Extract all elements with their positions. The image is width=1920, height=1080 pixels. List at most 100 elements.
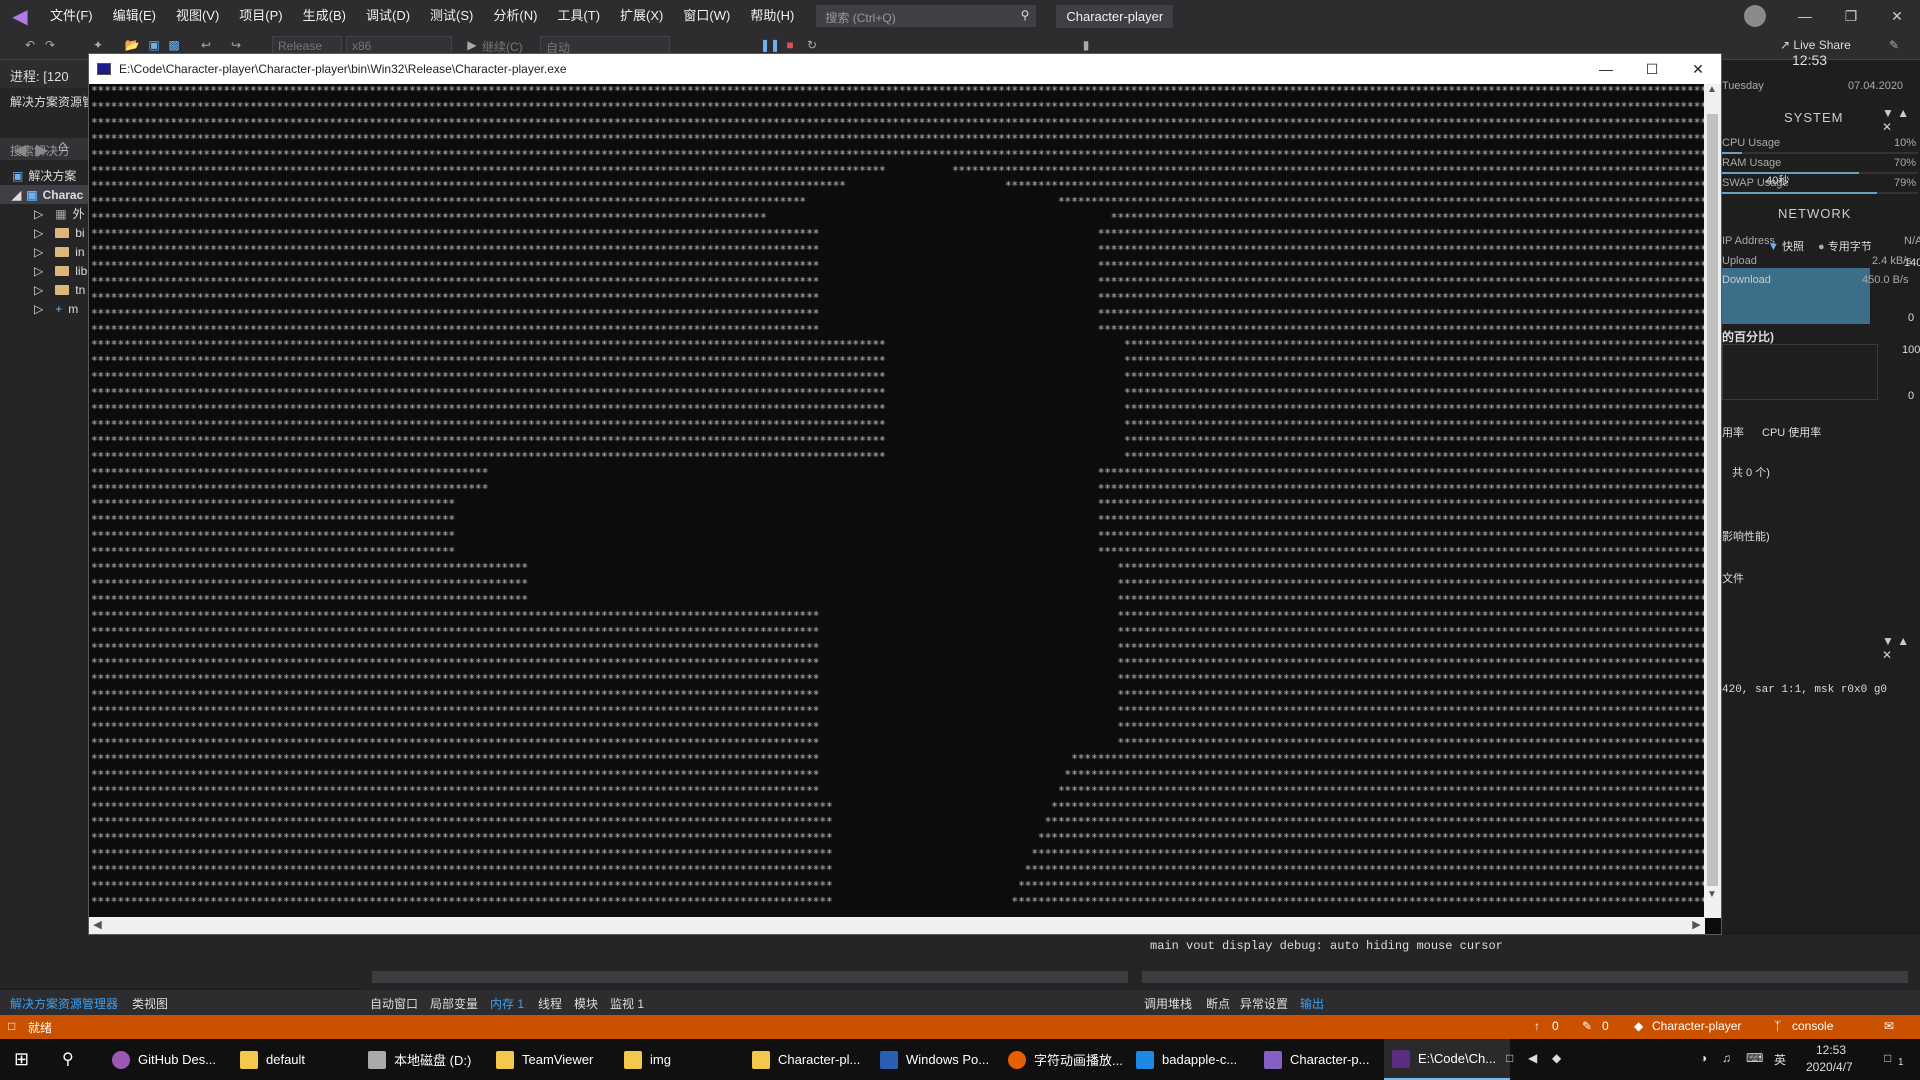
tab-watch-1[interactable]: 监视 1 [610,995,644,1012]
speaker-icon[interactable]: ♫ [1722,1051,1731,1065]
menu-extensions[interactable]: 扩展(X) [610,0,673,32]
clock-date[interactable]: 2020/4/7 [1806,1060,1853,1074]
restart-icon[interactable]: ↻ [804,37,820,53]
live-share-button[interactable]: ↗ Live Share [1780,38,1851,52]
menu-view[interactable]: 视图(V) [166,0,229,32]
restore-icon[interactable]: ❐ [1828,0,1874,32]
menu-edit[interactable]: 编辑(E) [103,0,166,32]
tab-memory-1[interactable]: 内存 1 [490,995,524,1012]
branch-icon[interactable]: ᛉ [1774,1019,1781,1033]
usage-tab-2[interactable]: CPU 使用率 [1762,424,1821,440]
menu-window[interactable]: 窗口(W) [673,0,740,32]
tray-app-icon[interactable]: ◆ [1552,1051,1561,1065]
task-github-desktop[interactable]: GitHub Des... [104,1039,230,1080]
pause-icon[interactable]: ❚❚ [760,37,780,53]
search-input[interactable]: 搜索 (Ctrl+Q) ⚲ [816,5,1037,27]
back-icon[interactable]: ◀ [14,140,26,160]
save-all-icon[interactable]: ▩ [166,37,182,53]
close-icon[interactable]: ✕ [1675,54,1721,84]
status-edit-count[interactable]: 0 [1602,1019,1609,1033]
chevron-right-icon[interactable]: ▷ [34,264,43,278]
menu-tools[interactable]: 工具(T) [547,0,610,32]
maximize-icon[interactable]: ☐ [1629,54,1675,84]
avatar[interactable] [1744,5,1766,27]
menu-build[interactable]: 生成(B) [293,0,356,32]
repo-icon[interactable]: ◆ [1634,1019,1643,1033]
new-project-icon[interactable]: ✦ [90,37,106,53]
notification-icon[interactable]: ✉ [1884,1019,1894,1033]
open-icon[interactable]: 📂 [124,37,140,53]
console-horizontal-scrollbar[interactable]: ◀ ▶ [89,917,1705,934]
task-local-disk[interactable]: 本地磁盘 (D:) [360,1039,486,1080]
task-teamviewer[interactable]: TeamViewer [488,1039,614,1080]
undo-icon[interactable]: ↩ [198,37,214,53]
save-icon[interactable]: ▣ [146,37,162,53]
task-visual-studio[interactable]: Character-p... [1256,1039,1382,1080]
edit-icon[interactable]: ✎ [1582,1019,1592,1033]
task-default[interactable]: default [232,1039,358,1080]
menu-project[interactable]: 项目(P) [229,0,292,32]
windows-start-icon[interactable]: ⊞ [14,1049,29,1070]
task-vscode[interactable]: badapple-c... [1128,1039,1254,1080]
keyboard-icon[interactable]: ⌨ [1746,1051,1763,1065]
chevron-right-icon[interactable]: ▷ [34,302,43,316]
task-view-icon[interactable]: □ [1506,1051,1513,1065]
tab-class-view[interactable]: 类视图 [132,995,168,1012]
tab-locals[interactable]: 局部变量 [430,995,478,1012]
chevron-right-icon[interactable]: ▷ [34,207,43,221]
task-character-player-folder[interactable]: Character-pl... [744,1039,870,1080]
status-up-count[interactable]: 0 [1552,1019,1559,1033]
scroll-right-icon[interactable]: ▶ [1688,917,1705,934]
clock-time[interactable]: 12:53 [1816,1043,1846,1057]
status-branch[interactable]: console [1792,1019,1833,1033]
stop-icon[interactable]: ■ [782,37,798,53]
scroll-down-icon[interactable]: ▼ [1707,889,1717,900]
tab-threads[interactable]: 线程 [538,995,562,1012]
bookmark-icon[interactable]: ▮ [1078,37,1094,53]
publish-icon[interactable]: ↑ [1534,1019,1540,1033]
tab-exception-settings[interactable]: 异常设置 [1240,995,1288,1012]
scroll-left-icon[interactable]: ◀ [89,917,106,934]
search-icon[interactable]: ⚲ [62,1049,74,1069]
chevron-down-icon[interactable]: ◢ [12,188,21,202]
panel-controls-icon[interactable]: ▼ ▲ ✕ [1882,634,1920,662]
chevron-right-icon[interactable]: ▷ [34,226,43,240]
menu-help[interactable]: 帮助(H) [740,0,804,32]
menu-file[interactable]: 文件(F) [40,0,103,32]
chevron-right-icon[interactable]: ▷ [34,283,43,297]
menu-analyze[interactable]: 分析(N) [483,0,547,32]
tab-modules[interactable]: 模块 [574,995,598,1012]
scroll-up-icon[interactable]: ▲ [1707,84,1717,95]
network-icon[interactable]: ◑ [1700,1051,1707,1065]
forward-icon[interactable]: ↷ [42,37,58,53]
redo-icon[interactable]: ↪ [228,37,244,53]
task-windows-powershell[interactable]: Windows Po... [872,1039,998,1080]
usage-tab-1[interactable]: 用率 [1722,424,1744,440]
task-firefox[interactable]: 字符动画播放... [1000,1039,1126,1080]
process-value[interactable]: [120 [43,69,68,84]
scroll-thumb[interactable] [1707,114,1718,886]
minimize-icon[interactable]: — [1583,54,1629,84]
chevron-right-icon[interactable]: ▷ [34,245,43,259]
menu-debug[interactable]: 调试(D) [356,0,420,32]
status-project[interactable]: Character-player [1652,1019,1741,1033]
close-icon[interactable]: ✕ [1874,0,1920,32]
minimize-icon[interactable]: — [1782,0,1828,32]
task-console[interactable]: E:\Code\Ch... [1384,1039,1510,1080]
home-icon[interactable]: ⌂ [58,138,68,156]
output-hscroll[interactable] [1142,971,1908,983]
panel-pin-icon[interactable]: ▼ ▲ ✕ [1882,106,1920,134]
feedback-icon[interactable]: ✎ [1886,37,1902,53]
ime-indicator[interactable]: 英 [1774,1051,1786,1068]
notification-center-icon[interactable]: □ [1884,1051,1891,1065]
continue-icon[interactable]: ▶ [464,37,480,53]
menu-test[interactable]: 测试(S) [420,0,483,32]
tab-output[interactable]: 输出 [1300,995,1324,1012]
volume-icon[interactable]: ◀ [1528,1051,1537,1065]
back-icon[interactable]: ↶ [22,37,38,53]
console-vertical-scrollbar[interactable]: ▲ ▼ [1704,84,1721,918]
tab-autos[interactable]: 自动窗口 [370,995,418,1012]
tab-breakpoints[interactable]: 断点 [1206,995,1230,1012]
memory-hscroll[interactable] [372,971,1128,983]
task-img[interactable]: img [616,1039,742,1080]
